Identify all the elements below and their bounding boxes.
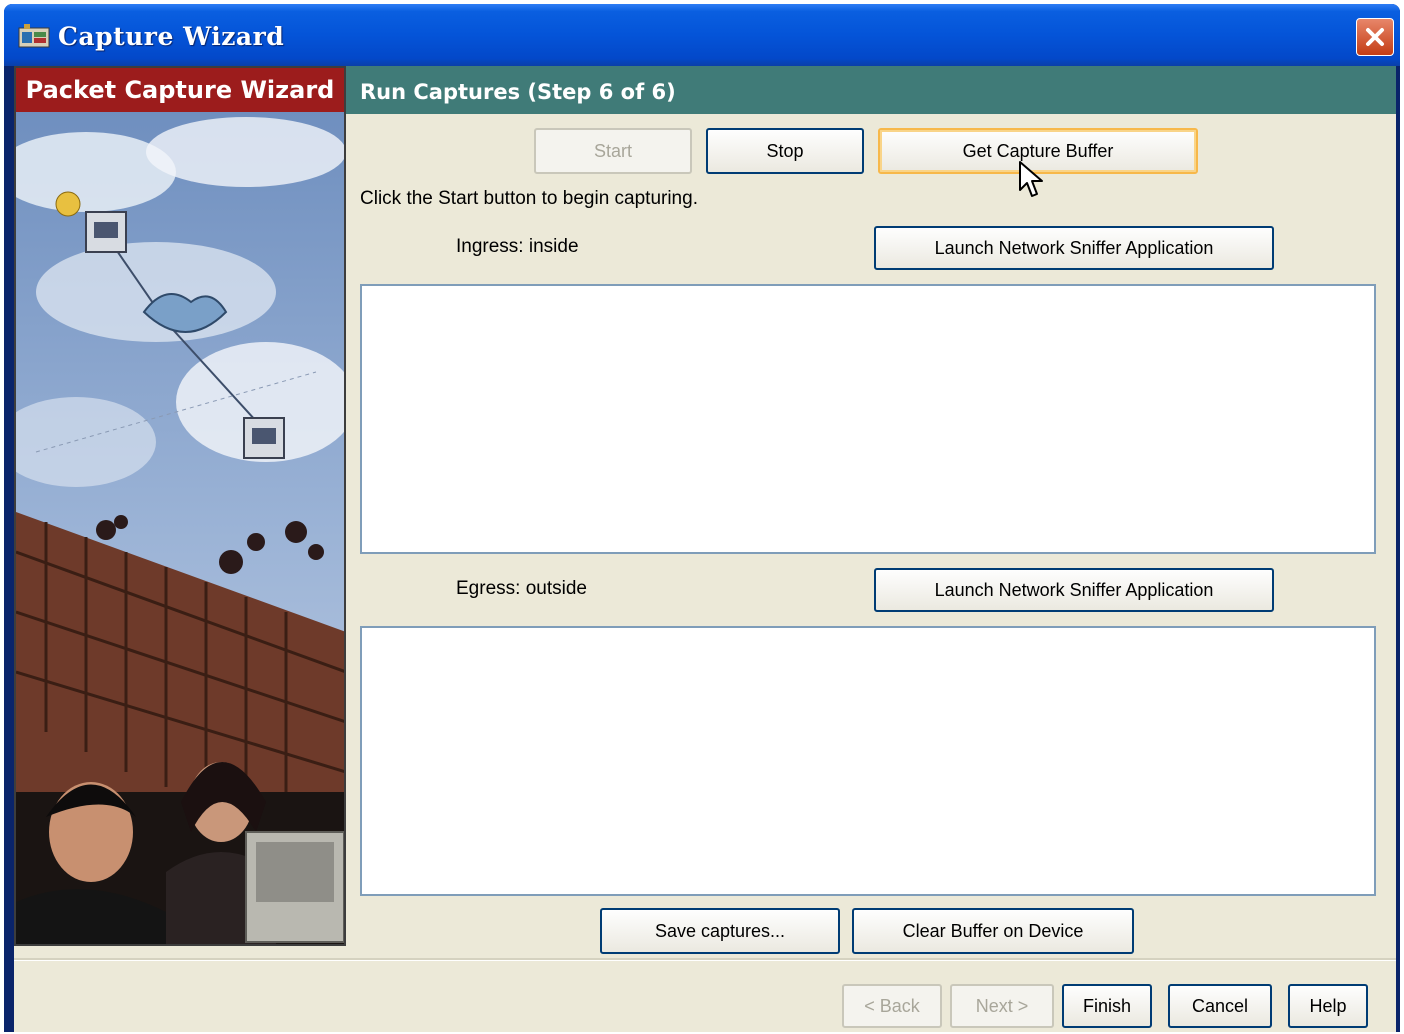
egress-capture-output[interactable]: [360, 626, 1376, 896]
dialog-client-area: Packet Capture Wizard Run Captures (Step…: [14, 66, 1396, 1032]
cancel-button[interactable]: Cancel: [1168, 984, 1272, 1028]
capture-wizard-icon: [18, 24, 50, 48]
finish-button[interactable]: Finish: [1062, 984, 1152, 1028]
stop-button[interactable]: Stop: [706, 128, 864, 174]
save-captures-button[interactable]: Save captures...: [600, 908, 840, 954]
ingress-capture-output[interactable]: [360, 284, 1376, 554]
next-button[interactable]: Next >: [950, 984, 1054, 1028]
mouse-pointer-icon: [1019, 161, 1043, 197]
side-panel-title: Packet Capture Wizard: [16, 68, 344, 112]
egress-label: Egress: outside: [456, 578, 587, 599]
instructions-text: Click the Start button to begin capturin…: [360, 188, 698, 209]
clear-buffer-button[interactable]: Clear Buffer on Device: [852, 908, 1134, 954]
window-title: Capture Wizard: [58, 22, 285, 51]
ingress-label: Ingress: inside: [456, 236, 579, 257]
help-button[interactable]: Help: [1288, 984, 1368, 1028]
step-header: Run Captures (Step 6 of 6): [346, 66, 1396, 114]
capture-wizard-window: Capture Wizard Packet Capture Wizard Run…: [4, 4, 1400, 1032]
footer-divider: [14, 958, 1396, 961]
start-button[interactable]: Start: [534, 128, 692, 174]
close-icon: [1366, 28, 1384, 46]
close-button[interactable]: [1356, 18, 1394, 56]
launch-sniffer-egress-button[interactable]: Launch Network Sniffer Application: [874, 568, 1274, 612]
title-bar[interactable]: Capture Wizard: [4, 4, 1400, 66]
launch-sniffer-ingress-button[interactable]: Launch Network Sniffer Application: [874, 226, 1274, 270]
wizard-illustration: [16, 112, 344, 944]
back-button[interactable]: < Back: [842, 984, 942, 1028]
wizard-side-panel: Packet Capture Wizard: [14, 66, 346, 946]
